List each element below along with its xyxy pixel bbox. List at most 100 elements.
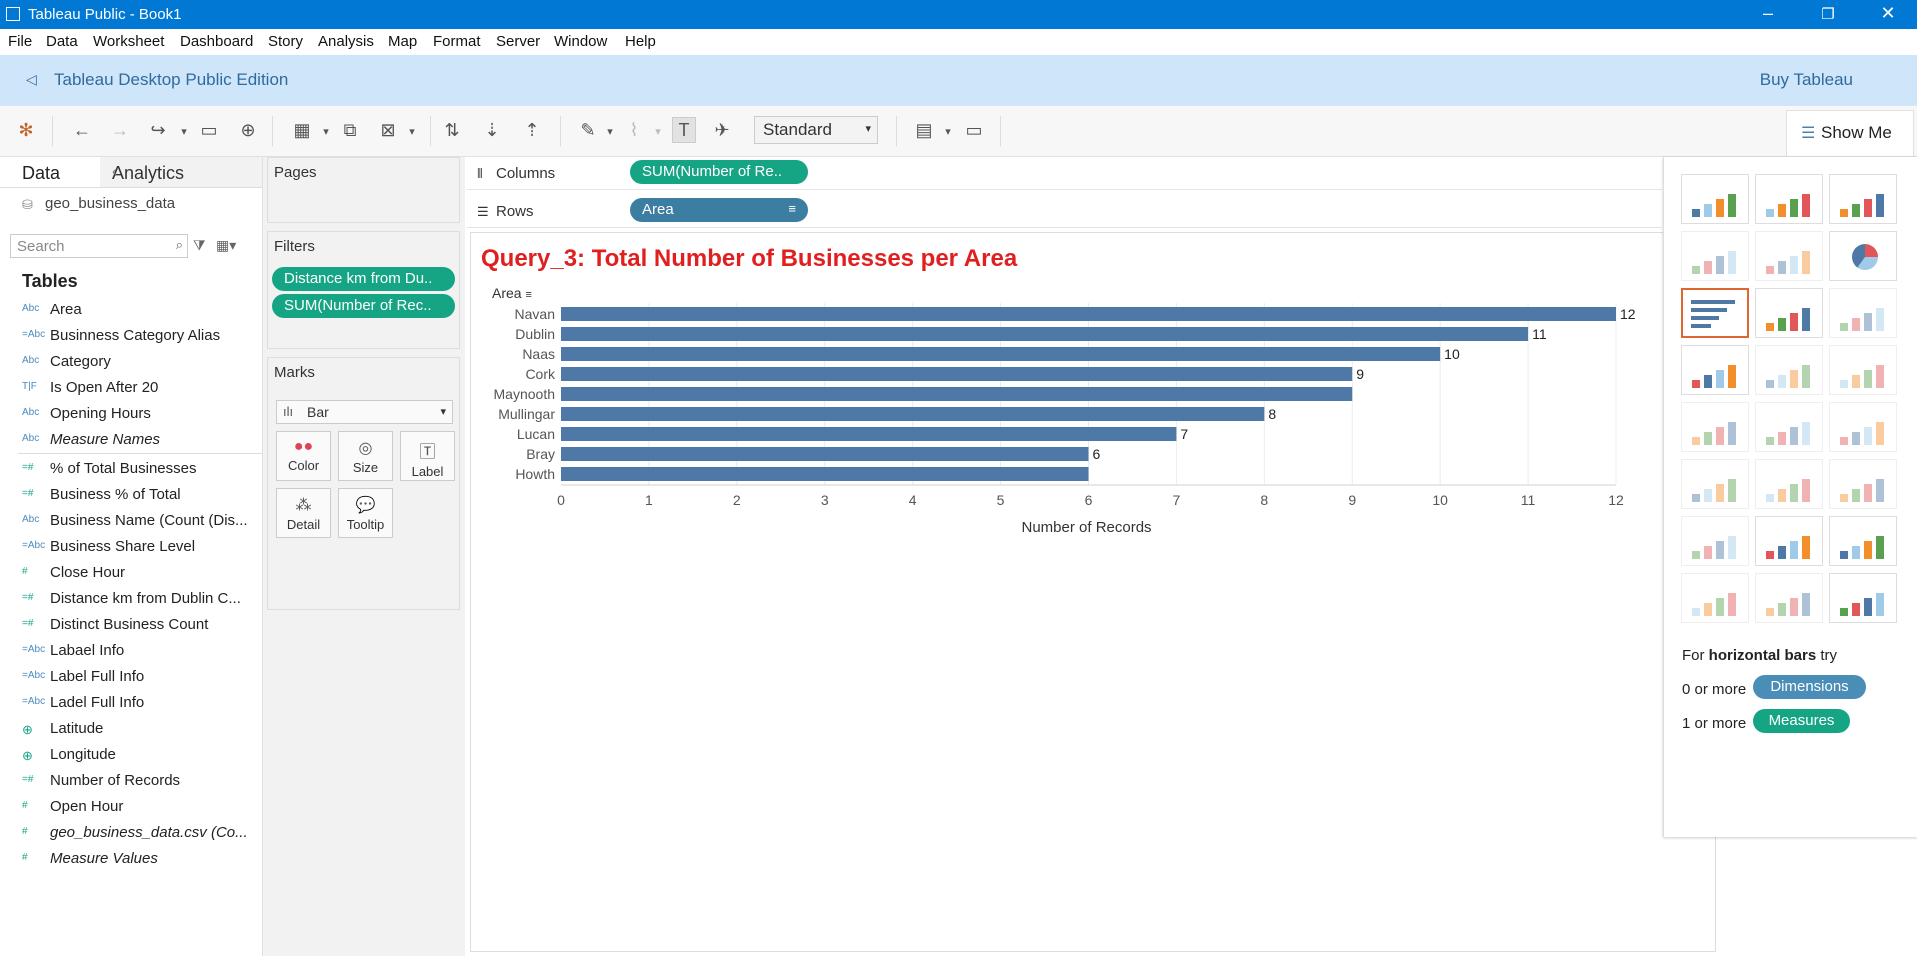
field-item[interactable]: Abc Measure Names xyxy=(0,427,262,453)
menu-window[interactable]: Window xyxy=(554,33,607,50)
tab-analytics[interactable]: Analytics ‹ xyxy=(100,157,262,187)
sort-descending-icon[interactable]: ⇡ xyxy=(520,120,544,141)
show-me-button[interactable]: ☰ Show Me xyxy=(1786,110,1914,156)
field-item[interactable]: =Abc Label Full Info xyxy=(0,664,262,690)
bar[interactable] xyxy=(561,347,1441,361)
tooltip-button[interactable]: 💬 Tooltip xyxy=(338,488,393,538)
gantt-chart-icon[interactable] xyxy=(1681,573,1749,623)
menu-format[interactable]: Format xyxy=(433,33,481,50)
bar[interactable] xyxy=(561,367,1353,381)
duplicate-icon[interactable]: ⧉ xyxy=(338,120,362,141)
rows-pill[interactable]: Area ≡ xyxy=(630,198,808,222)
field-item[interactable]: Abc Opening Hours xyxy=(0,401,262,427)
bar[interactable] xyxy=(561,387,1353,401)
filter-icon[interactable]: ⧩ xyxy=(193,237,206,254)
field-item[interactable]: Abc Area xyxy=(0,297,262,323)
chevron-down-icon[interactable]: ▾ xyxy=(400,125,424,138)
dual-lines-icon[interactable] xyxy=(1829,402,1897,452)
field-item[interactable]: # Open Hour xyxy=(0,794,262,820)
field-item[interactable]: =# % of Total Businesses xyxy=(0,456,262,482)
field-item[interactable]: Abc Category xyxy=(0,349,262,375)
minimize-icon[interactable]: – xyxy=(1756,3,1780,24)
menu-data[interactable]: Data xyxy=(46,33,78,50)
bar[interactable] xyxy=(561,467,1089,481)
size-button[interactable]: ◎ Size xyxy=(338,431,393,481)
chevron-down-icon[interactable]: ▾ xyxy=(646,125,670,138)
lines-discrete-icon[interactable] xyxy=(1755,402,1823,452)
replay-icon[interactable]: ↪ xyxy=(146,120,170,141)
treemap-icon[interactable] xyxy=(1681,345,1749,395)
cards-icon[interactable]: ▤ xyxy=(912,120,936,141)
detail-button[interactable]: ⁂ Detail xyxy=(276,488,331,538)
menu-dashboard[interactable]: Dashboard xyxy=(180,33,253,50)
label-button[interactable]: 🅃 Label xyxy=(400,431,455,481)
field-item[interactable]: =Abc Businness Category Alias xyxy=(0,323,262,349)
field-item[interactable]: Abc Business Name (Count (Dis... xyxy=(0,508,262,534)
tableau-logo-icon[interactable]: ✻ xyxy=(14,120,38,141)
chevron-down-icon[interactable]: ▾ xyxy=(172,125,196,138)
clear-sheet-icon[interactable]: ⊠ xyxy=(376,120,400,141)
field-item[interactable]: # Close Hour xyxy=(0,560,262,586)
lines-continuous-icon[interactable] xyxy=(1681,402,1749,452)
field-item[interactable]: T|F Is Open After 20 xyxy=(0,375,262,401)
stacked-bars-icon[interactable] xyxy=(1755,288,1823,338)
rows-shelf[interactable]: ☰ Rows Area ≡ xyxy=(467,195,1662,228)
menu-story[interactable]: Story xyxy=(268,33,303,50)
datasource-name[interactable]: geo_business_data xyxy=(45,195,175,212)
field-item[interactable]: =# Distance km from Dublin C... xyxy=(0,586,262,612)
text-table-icon[interactable] xyxy=(1681,174,1749,224)
new-datasource-icon[interactable]: ⊕ xyxy=(236,120,260,141)
field-item[interactable]: # geo_business_data.csv (Co... xyxy=(0,820,262,846)
field-item[interactable]: =Abc Business Share Level xyxy=(0,534,262,560)
restore-icon[interactable]: ❐ xyxy=(1816,5,1840,23)
new-worksheet-icon[interactable]: ▦ xyxy=(290,120,314,141)
fit-dropdown[interactable]: Standard ▾ xyxy=(754,116,878,144)
box-and-whisker-icon[interactable] xyxy=(1829,516,1897,566)
menu-file[interactable]: File xyxy=(8,33,32,50)
bar[interactable] xyxy=(561,427,1177,441)
bar[interactable] xyxy=(561,447,1089,461)
redo-icon[interactable]: → xyxy=(108,120,132,141)
mark-type-dropdown[interactable]: ılı Bar ▾ xyxy=(276,400,453,424)
save-icon[interactable]: ▭ xyxy=(197,120,221,141)
field-item[interactable]: =Abc Ladel Full Info xyxy=(0,690,262,716)
pie-chart-icon[interactable] xyxy=(1829,231,1897,281)
side-by-side-bars-icon[interactable] xyxy=(1829,288,1897,338)
field-item[interactable]: =# Distinct Business Count xyxy=(0,612,262,638)
swap-icon[interactable]: ⇅ xyxy=(440,120,464,141)
menu-server[interactable]: Server xyxy=(496,33,540,50)
field-item[interactable]: ⊕ Latitude xyxy=(0,716,262,742)
columns-shelf[interactable]: ⦀ Columns SUM(Number of Re.. xyxy=(467,157,1662,190)
horizontal-bars-icon[interactable] xyxy=(1681,288,1749,338)
close-icon[interactable]: ✕ xyxy=(1876,3,1900,24)
field-item[interactable]: # Measure Values xyxy=(0,846,262,872)
heat-map-icon[interactable] xyxy=(1755,174,1823,224)
collapse-icon[interactable]: ‹ xyxy=(112,163,254,180)
field-item[interactable]: =# Number of Records xyxy=(0,768,262,794)
chevron-down-icon[interactable]: ▾ xyxy=(598,125,622,138)
presentation-icon[interactable]: ▭ xyxy=(962,120,986,141)
field-item[interactable]: =# Business % of Total xyxy=(0,482,262,508)
symbol-map-icon[interactable] xyxy=(1681,231,1749,281)
menu-worksheet[interactable]: Worksheet xyxy=(93,33,164,50)
filled-map-icon[interactable] xyxy=(1755,231,1823,281)
side-by-side-circles-icon[interactable] xyxy=(1829,345,1897,395)
filter-pill-sum-records[interactable]: SUM(Number of Rec.. xyxy=(272,294,455,318)
fix-axes-icon[interactable]: ✈ xyxy=(710,120,734,141)
sort-ascending-icon[interactable]: ⇣ xyxy=(480,120,504,141)
columns-pill[interactable]: SUM(Number of Re.. xyxy=(630,160,808,184)
view-options-icon[interactable]: ▦▾ xyxy=(216,237,236,254)
chevron-down-icon[interactable]: ▾ xyxy=(314,125,338,138)
highlight-icon[interactable]: ✎ xyxy=(576,120,600,141)
highlight-table-icon[interactable] xyxy=(1829,174,1897,224)
group-icon[interactable]: ⌇ xyxy=(622,120,646,141)
pages-card[interactable]: Pages xyxy=(267,157,460,223)
menu-help[interactable]: Help xyxy=(625,33,656,50)
buy-tableau-link[interactable]: Buy Tableau xyxy=(1760,70,1853,90)
chevron-down-icon[interactable]: ▾ xyxy=(936,125,960,138)
histogram-icon[interactable] xyxy=(1755,516,1823,566)
scatter-plot-icon[interactable] xyxy=(1681,516,1749,566)
dual-combination-icon[interactable] xyxy=(1829,459,1897,509)
menu-analysis[interactable]: Analysis xyxy=(318,33,374,50)
bar[interactable] xyxy=(561,307,1616,321)
